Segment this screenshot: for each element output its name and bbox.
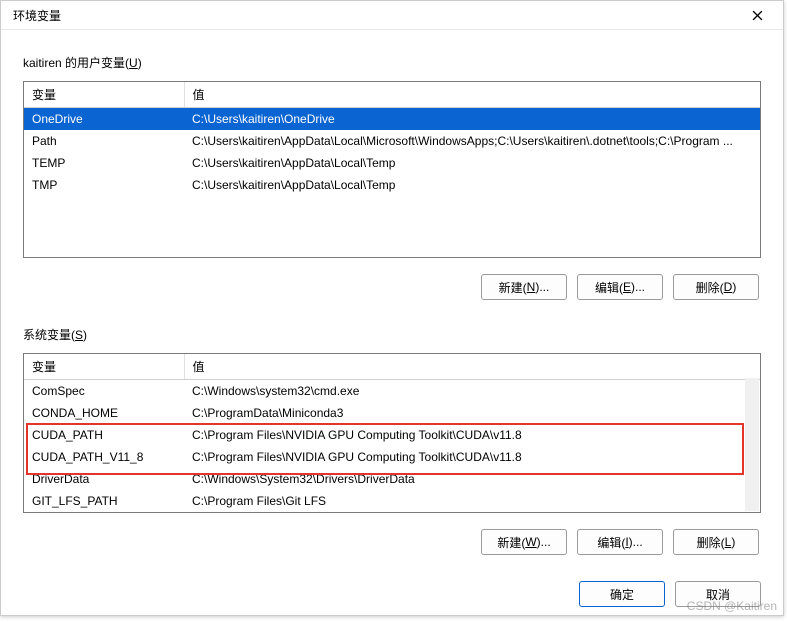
titlebar: 环境变量 (1, 1, 783, 30)
system-vars-label: 系统变量(S) (23, 326, 761, 343)
system-vars-buttons: 新建(W)... 编辑(I)... 删除(L) (23, 529, 759, 555)
ok-button[interactable]: 确定 (579, 581, 665, 607)
system-delete-button[interactable]: 删除(L) (673, 529, 759, 555)
cell-value: C:\Program Files\NVIDIA GPU Computing To… (184, 446, 760, 468)
cell-variable: CUDA_PATH_V11_8 (24, 446, 184, 468)
system-edit-button[interactable]: 编辑(I)... (577, 529, 663, 555)
cell-variable: Path (24, 130, 184, 152)
col-header-value[interactable]: 值 (184, 354, 760, 380)
table-row[interactable]: TMPC:\Users\kaitiren\AppData\Local\Temp (24, 174, 760, 196)
cell-variable: OneDrive (24, 108, 184, 131)
table-row[interactable]: PathC:\Users\kaitiren\AppData\Local\Micr… (24, 130, 760, 152)
table-row[interactable]: NUMBER_OF_PROCESSORS24 (24, 512, 760, 513)
user-vars-table[interactable]: 变量 值 OneDriveC:\Users\kaitiren\OneDriveP… (23, 81, 761, 258)
table-row[interactable]: DriverDataC:\Windows\System32\Drivers\Dr… (24, 468, 760, 490)
cell-variable: DriverData (24, 468, 184, 490)
table-header-row: 变量 值 (24, 82, 760, 108)
table-row[interactable]: GIT_LFS_PATHC:\Program Files\Git LFS (24, 490, 760, 512)
system-vars-table[interactable]: 变量 值 ComSpecC:\Windows\system32\cmd.exeC… (23, 353, 761, 513)
system-new-button[interactable]: 新建(W)... (481, 529, 567, 555)
env-vars-dialog: 环境变量 kaitiren 的用户变量(U) 变量 值 OneDriveC:\U… (0, 0, 784, 616)
cell-variable: ComSpec (24, 380, 184, 403)
cancel-button[interactable]: 取消 (675, 581, 761, 607)
close-icon (752, 10, 763, 21)
col-header-variable[interactable]: 变量 (24, 82, 184, 108)
table-row[interactable]: OneDriveC:\Users\kaitiren\OneDrive (24, 108, 760, 131)
cell-value: C:\ProgramData\Miniconda3 (184, 402, 760, 424)
user-delete-button[interactable]: 删除(D) (673, 274, 759, 300)
user-vars-label: kaitiren 的用户变量(U) (23, 54, 761, 71)
col-header-variable[interactable]: 变量 (24, 354, 184, 380)
close-button[interactable] (737, 1, 777, 29)
cell-variable: TEMP (24, 152, 184, 174)
dialog-content: kaitiren 的用户变量(U) 变量 值 OneDriveC:\Users\… (1, 30, 783, 577)
cell-value: C:\Windows\system32\cmd.exe (184, 380, 760, 403)
cell-variable: GIT_LFS_PATH (24, 490, 184, 512)
cell-variable: NUMBER_OF_PROCESSORS (24, 512, 184, 513)
cell-value: C:\Users\kaitiren\AppData\Local\Microsof… (184, 130, 760, 152)
cell-value: C:\Users\kaitiren\AppData\Local\Temp (184, 152, 760, 174)
dialog-buttons: 确定 取消 (1, 577, 783, 623)
cell-value: C:\Users\kaitiren\AppData\Local\Temp (184, 174, 760, 196)
scrollbar[interactable] (745, 378, 759, 511)
table-row[interactable]: CUDA_PATHC:\Program Files\NVIDIA GPU Com… (24, 424, 760, 446)
cell-variable: CUDA_PATH (24, 424, 184, 446)
table-row[interactable]: ComSpecC:\Windows\system32\cmd.exe (24, 380, 760, 403)
cell-variable: TMP (24, 174, 184, 196)
cell-variable: CONDA_HOME (24, 402, 184, 424)
cell-value: C:\Program Files\NVIDIA GPU Computing To… (184, 424, 760, 446)
table-row[interactable]: TEMPC:\Users\kaitiren\AppData\Local\Temp (24, 152, 760, 174)
user-vars-buttons: 新建(N)... 编辑(E)... 删除(D) (23, 274, 759, 300)
table-header-row: 变量 值 (24, 354, 760, 380)
user-new-button[interactable]: 新建(N)... (481, 274, 567, 300)
dialog-title: 环境变量 (13, 7, 737, 24)
table-row[interactable]: CUDA_PATH_V11_8C:\Program Files\NVIDIA G… (24, 446, 760, 468)
cell-value: C:\Windows\System32\Drivers\DriverData (184, 468, 760, 490)
user-edit-button[interactable]: 编辑(E)... (577, 274, 663, 300)
cell-value: C:\Users\kaitiren\OneDrive (184, 108, 760, 131)
col-header-value[interactable]: 值 (184, 82, 760, 108)
cell-value: C:\Program Files\Git LFS (184, 490, 760, 512)
table-row[interactable]: CONDA_HOMEC:\ProgramData\Miniconda3 (24, 402, 760, 424)
cell-value: 24 (184, 512, 760, 513)
